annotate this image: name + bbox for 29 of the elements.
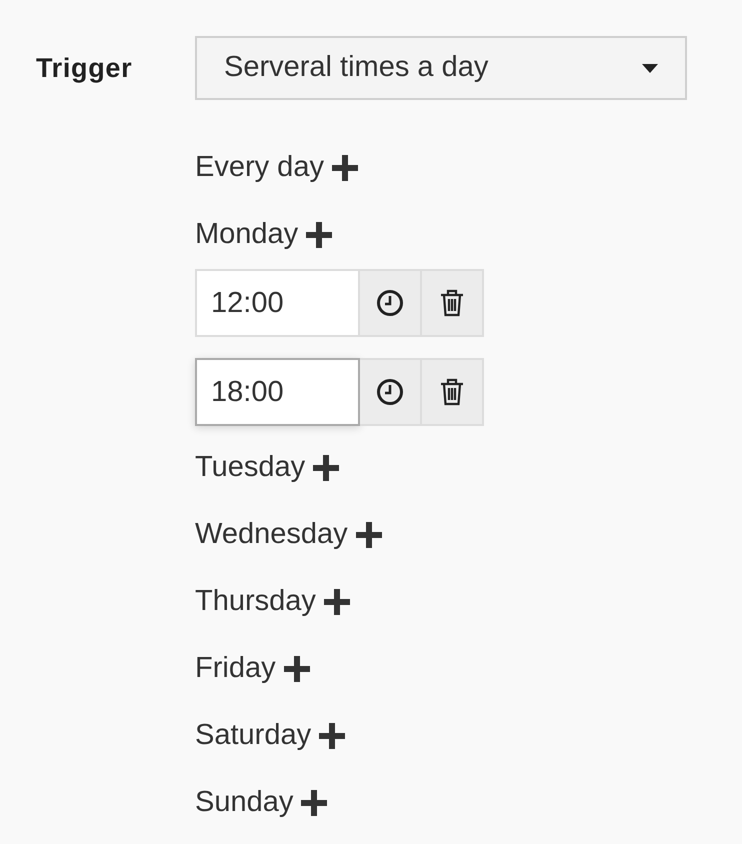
add-icon[interactable] [319,723,346,749]
clock-icon [376,378,404,406]
clock-icon [376,289,404,317]
day-label: Saturday [195,718,312,754]
time-field[interactable]: 18:00 [195,358,360,426]
clock-button[interactable] [360,269,422,337]
caret-icon [642,64,658,72]
trash-icon [439,289,465,317]
add-icon[interactable] [313,455,340,481]
add-icon[interactable] [356,522,382,548]
trash-button[interactable] [422,358,484,426]
day-label: Monday [195,217,298,252]
add-icon[interactable] [332,155,358,181]
time-field[interactable]: 12:00 [195,269,360,337]
day-label: Thursday [195,584,316,620]
add-icon[interactable] [301,790,328,816]
day-label: Sunday [195,785,294,820]
trash-icon [439,378,465,406]
trigger-label: Trigger [36,52,132,85]
day-label: Wednesday [195,517,348,552]
day-label: Every day [195,150,324,186]
clock-button[interactable] [360,358,422,426]
trigger-dropdown[interactable]: Serveral times a day [195,36,687,100]
day-label: Tuesday [195,450,306,486]
day-label: Friday [195,651,276,686]
trash-button[interactable] [422,269,484,337]
add-icon[interactable] [306,222,332,248]
add-icon[interactable] [324,589,350,615]
add-icon[interactable] [284,656,310,682]
